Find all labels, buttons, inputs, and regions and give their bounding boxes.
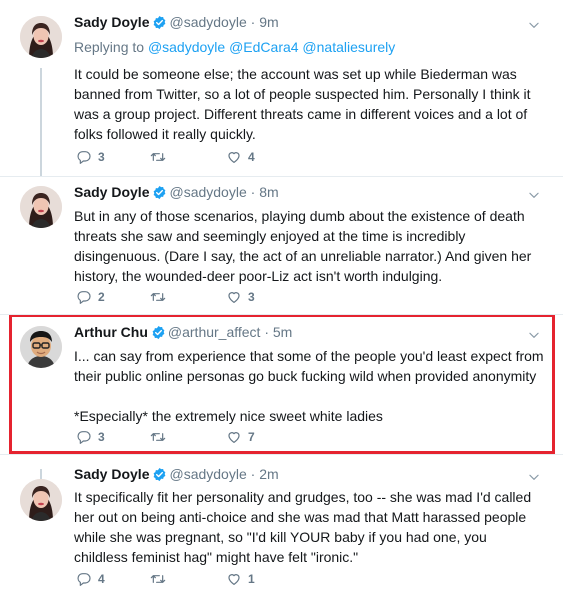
avatar-image (20, 16, 62, 58)
reply-count: 3 (98, 150, 105, 164)
tweet-text: But in any of those scenarios, playing d… (74, 206, 544, 286)
user-handle[interactable]: @sadydoyle (169, 14, 246, 30)
replying-prefix: Replying to (74, 39, 145, 55)
display-name[interactable]: Sady Doyle (74, 184, 149, 200)
reply-icon (76, 289, 92, 305)
display-name[interactable]: Sady Doyle (74, 466, 149, 482)
retweet-button[interactable] (150, 289, 172, 305)
tweet-header: Sady Doyle @sadydoyle · 9m (74, 14, 279, 30)
user-handle[interactable]: @sadydoyle (169, 184, 246, 200)
reply-count: 4 (98, 572, 105, 586)
chevron-down-icon[interactable] (527, 18, 541, 32)
replying-to: Replying to @sadydoyle @EdCara4 @natalie… (74, 39, 395, 55)
display-name[interactable]: Sady Doyle (74, 14, 149, 30)
timestamp[interactable]: · 9m (251, 14, 279, 30)
avatar-image (20, 186, 62, 228)
tweet-text: It could be someone else; the account wa… (74, 64, 544, 144)
verified-badge-icon (152, 15, 167, 30)
timestamp[interactable]: · 8m (251, 184, 279, 200)
tweet-header: Sady Doyle @sadydoyle · 8m (74, 184, 279, 200)
avatar-image (20, 479, 62, 521)
like-button[interactable]: 3 (226, 289, 255, 305)
replying-mentions[interactable]: @sadydoyle @EdCara4 @nataliesurely (148, 39, 395, 55)
like-button[interactable]: 4 (226, 149, 255, 165)
avatar[interactable] (20, 479, 62, 521)
reply-button[interactable]: 3 (76, 149, 105, 165)
heart-icon (226, 289, 242, 305)
divider (0, 314, 563, 315)
heart-icon (226, 571, 242, 587)
reply-count: 2 (98, 290, 105, 304)
like-count: 1 (248, 572, 255, 586)
user-handle[interactable]: @sadydoyle (169, 466, 246, 482)
avatar[interactable] (20, 16, 62, 58)
tweet-text-body: But in any of those scenarios, playing d… (74, 208, 532, 284)
retweet-icon (150, 149, 166, 165)
divider (0, 454, 563, 455)
highlight-box (9, 314, 555, 454)
verified-badge-icon (152, 467, 167, 482)
retweet-button[interactable] (150, 571, 172, 587)
reply-button[interactable]: 2 (76, 289, 105, 305)
tweet-text-body: It specifically fit her personality and … (74, 489, 532, 565)
retweet-icon (150, 571, 166, 587)
chevron-down-icon[interactable] (527, 188, 541, 202)
tweet[interactable]: Sady Doyle @sadydoyle · 9m Replying to @s… (0, 0, 563, 176)
timestamp[interactable]: · 2m (251, 466, 279, 482)
divider (0, 176, 563, 177)
retweet-button[interactable] (150, 149, 172, 165)
tweet[interactable]: Sady Doyle @sadydoyle · 2m It specificall… (0, 454, 563, 594)
tweet-text: It specifically fit her personality and … (74, 487, 544, 567)
avatar[interactable] (20, 186, 62, 228)
like-button[interactable]: 1 (226, 571, 255, 587)
like-count: 3 (248, 290, 255, 304)
chevron-down-icon[interactable] (527, 470, 541, 484)
heart-icon (226, 149, 242, 165)
retweet-icon (150, 289, 166, 305)
tweet-text-body: It could be someone else; the account wa… (74, 66, 531, 142)
verified-badge-icon (152, 185, 167, 200)
reply-icon (76, 149, 92, 165)
tweet-header: Sady Doyle @sadydoyle · 2m (74, 466, 279, 482)
tweet[interactable]: Sady Doyle @sadydoyle · 8m But in any of … (0, 176, 563, 314)
reply-button[interactable]: 4 (76, 571, 105, 587)
reply-icon (76, 571, 92, 587)
like-count: 4 (248, 150, 255, 164)
